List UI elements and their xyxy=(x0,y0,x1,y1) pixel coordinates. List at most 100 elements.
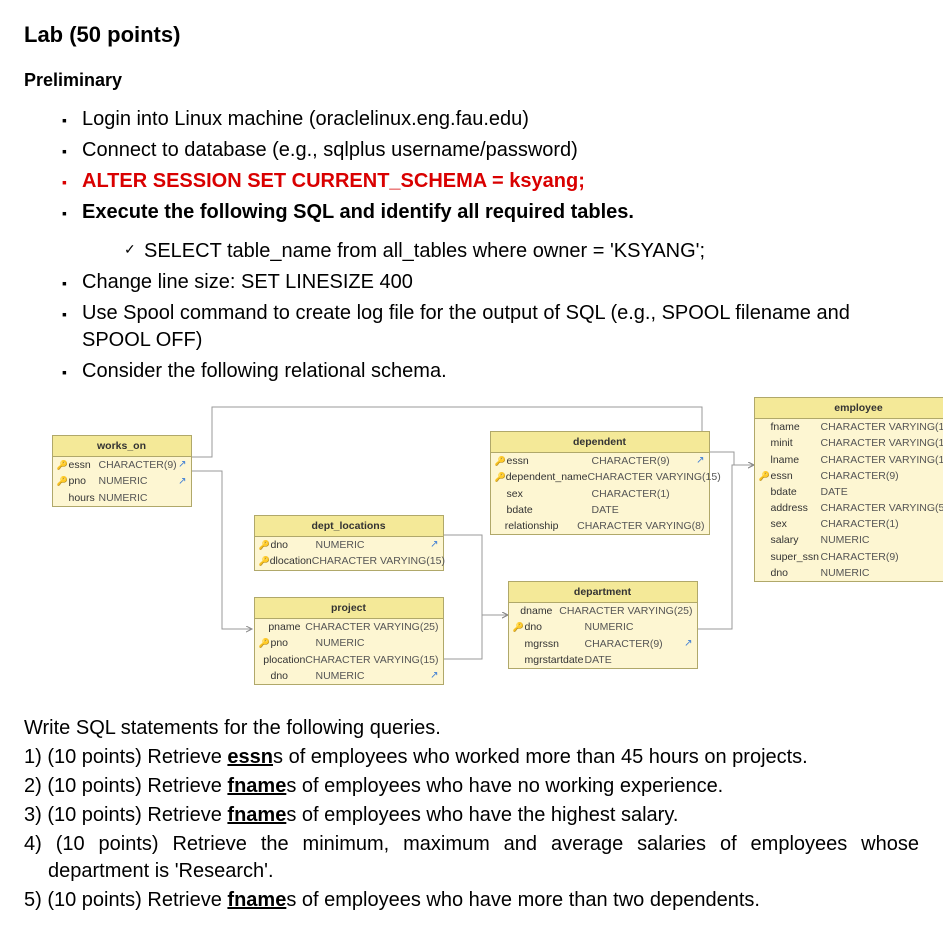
table-column: 🔑pnoNUMERIC↗ xyxy=(53,473,191,489)
column-type: CHARACTER VARYING(8) xyxy=(577,519,704,533)
table-column: addressCHARACTER VARYING(50) xyxy=(755,500,943,516)
column-type: NUMERIC xyxy=(316,538,365,552)
q-text: 3) (10 points) Retrieve xyxy=(24,804,227,826)
column-type: CHARACTER VARYING(15) xyxy=(821,453,943,467)
column-type: DATE xyxy=(592,503,619,517)
column-name: essn xyxy=(507,454,592,468)
table-column: dnoNUMERIC ↗ xyxy=(255,668,443,684)
table-column: minitCHARACTER VARYING(1) xyxy=(755,435,943,451)
question-1: 1) (10 points) Retrieve essns of employe… xyxy=(24,744,919,771)
column-type: CHARACTER VARYING(50) xyxy=(821,501,943,515)
q-text: s of employees who have more than two de… xyxy=(286,889,760,911)
key-icon: 🔑 xyxy=(495,471,506,483)
q-underline: fname xyxy=(227,775,286,797)
column-type: CHARACTER(9) xyxy=(821,550,899,564)
table-column: plocationCHARACTER VARYING(15) xyxy=(255,652,443,668)
column-name: dno xyxy=(525,620,585,634)
key-icon: 🔑 xyxy=(57,459,69,471)
column-type: NUMERIC xyxy=(99,474,148,488)
column-name: mgrssn xyxy=(525,637,585,651)
column-name: bdate xyxy=(507,503,592,517)
table-column: bdateDATE xyxy=(755,484,943,500)
preliminary-list-2: Change line size: SET LINESIZE 400 Use S… xyxy=(24,269,919,385)
column-name: pno xyxy=(69,474,99,488)
table-column: lnameCHARACTER VARYING(15) xyxy=(755,452,943,468)
table-title: dependent xyxy=(491,432,709,453)
column-type: CHARACTER VARYING(25) xyxy=(305,620,438,634)
column-name: pname xyxy=(268,620,305,634)
column-type: CHARACTER(1) xyxy=(592,487,670,501)
column-type: CHARACTER(1) xyxy=(821,517,899,531)
questions-lead: Write SQL statements for the following q… xyxy=(24,715,919,742)
q-text: s of employees who worked more than 45 h… xyxy=(273,746,808,768)
column-type: CHARACTER(9) xyxy=(99,458,177,472)
column-name: dlocation xyxy=(270,554,312,568)
table-employee: employee fnameCHARACTER VARYING(15)minit… xyxy=(754,397,943,582)
fk-arrow-icon: ↗ xyxy=(430,669,438,683)
table-column: sexCHARACTER(1) xyxy=(491,486,709,502)
table-title: employee xyxy=(755,398,943,419)
table-works-on: works_on 🔑essnCHARACTER(9)↗🔑pnoNUMERIC↗h… xyxy=(52,435,192,507)
question-5: 5) (10 points) Retrieve fnames of employ… xyxy=(24,887,919,914)
table-column: 🔑dlocationCHARACTER VARYING(15) xyxy=(255,553,443,569)
key-icon: 🔑 xyxy=(495,455,507,467)
column-name: dname xyxy=(520,604,559,618)
column-name: fname xyxy=(771,420,821,434)
column-name: essn xyxy=(69,458,99,472)
section-subtitle: Preliminary xyxy=(24,68,919,92)
column-type: NUMERIC xyxy=(316,636,365,650)
fk-arrow-icon: ↗ xyxy=(696,454,704,468)
table-column: sexCHARACTER(1) xyxy=(755,516,943,532)
column-name: dno xyxy=(771,566,821,580)
table-column: dnoNUMERIC xyxy=(755,565,943,581)
q-underline: fname xyxy=(227,804,286,826)
q-text: 2) (10 points) Retrieve xyxy=(24,775,227,797)
column-type: CHARACTER(9) xyxy=(592,454,670,468)
preliminary-list: Login into Linux machine (oraclelinux.en… xyxy=(24,106,919,226)
fk-arrow-icon: ↗ xyxy=(178,458,186,472)
table-column: 🔑pnoNUMERIC xyxy=(255,635,443,651)
question-4: 4) (10 points) Retrieve the minimum, max… xyxy=(24,831,919,885)
table-title: works_on xyxy=(53,436,191,457)
column-name: dependent_name xyxy=(506,470,588,484)
fk-arrow-icon: ↗ xyxy=(684,637,692,651)
table-column: fnameCHARACTER VARYING(15) xyxy=(755,419,943,435)
table-column: salaryNUMERIC xyxy=(755,532,943,548)
table-project: project pnameCHARACTER VARYING(25)🔑pnoNU… xyxy=(254,597,444,685)
list-item: Use Spool command to create log file for… xyxy=(24,300,919,354)
table-column: relationshipCHARACTER VARYING(8) xyxy=(491,518,709,534)
list-item: Login into Linux machine (oraclelinux.en… xyxy=(24,106,919,133)
key-icon: 🔑 xyxy=(259,637,271,649)
column-type: CHARACTER VARYING(25) xyxy=(559,604,692,618)
table-title: department xyxy=(509,582,697,603)
q-text: 5) (10 points) Retrieve xyxy=(24,889,227,911)
column-name: mgrstartdate xyxy=(525,653,585,667)
er-diagram: works_on 🔑essnCHARACTER(9)↗🔑pnoNUMERIC↗h… xyxy=(42,397,902,707)
column-name: dno xyxy=(271,669,316,683)
column-name: minit xyxy=(771,436,821,450)
column-name: sex xyxy=(507,487,592,501)
list-item-alter-session: ALTER SESSION SET CURRENT_SCHEMA = ksyan… xyxy=(24,168,919,195)
column-name: relationship xyxy=(505,519,577,533)
column-type: NUMERIC xyxy=(316,669,365,683)
key-icon: 🔑 xyxy=(259,555,270,567)
question-3: 3) (10 points) Retrieve fnames of employ… xyxy=(24,802,919,829)
column-type: CHARACTER VARYING(15) xyxy=(305,653,438,667)
column-name: plocation xyxy=(263,653,305,667)
list-item-execute-sql: Execute the following SQL and identify a… xyxy=(24,199,919,226)
table-column: mgrstartdateDATE xyxy=(509,652,697,668)
sub-list-item: SELECT table_name from all_tables where … xyxy=(24,238,919,265)
list-item: Connect to database (e.g., sqlplus usern… xyxy=(24,137,919,164)
table-dept-locations: dept_locations 🔑dnoNUMERIC↗🔑dlocationCHA… xyxy=(254,515,444,571)
table-dependent: dependent 🔑essnCHARACTER(9)↗🔑dependent_n… xyxy=(490,431,710,535)
column-type: DATE xyxy=(821,485,848,499)
table-column: 🔑dependent_nameCHARACTER VARYING(15) xyxy=(491,469,709,485)
list-item: Consider the following relational schema… xyxy=(24,358,919,385)
table-column: 🔑dnoNUMERIC↗ xyxy=(255,537,443,553)
column-type: CHARACTER(9) xyxy=(585,637,663,651)
table-column: dnameCHARACTER VARYING(25) xyxy=(509,603,697,619)
column-type: NUMERIC xyxy=(821,566,870,580)
table-column: hoursNUMERIC xyxy=(53,490,191,506)
fk-arrow-icon: ↗ xyxy=(178,475,186,489)
column-type: NUMERIC xyxy=(585,620,634,634)
